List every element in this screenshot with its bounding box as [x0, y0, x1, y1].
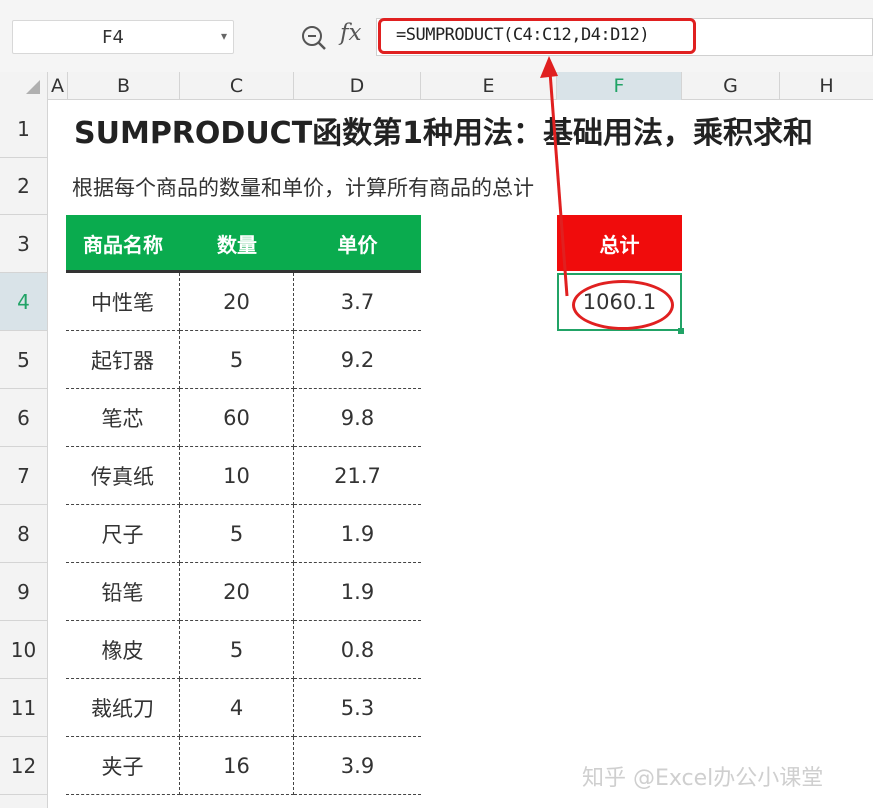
watermark: 知乎 @Excel办公小课堂	[582, 766, 824, 791]
spreadsheet-window: F4 ▾ fx =SUMPRODUCT(C4:C12,D4:D12) A B C…	[0, 0, 873, 808]
annotation-arrow-icon	[540, 56, 569, 297]
